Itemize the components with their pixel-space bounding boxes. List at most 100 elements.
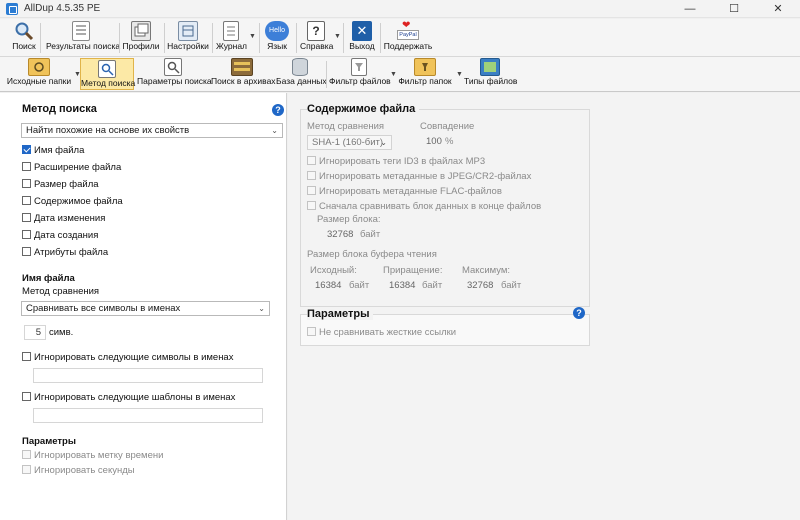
search-params-button[interactable]: Параметры поиска	[137, 58, 212, 86]
checkbox[interactable]	[22, 352, 31, 361]
block-size-label: Размер блока:	[317, 214, 381, 225]
database-button[interactable]: База данных	[276, 58, 327, 86]
max-input[interactable]: 32768	[462, 278, 496, 293]
settings-button[interactable]: Настройки	[167, 21, 209, 51]
toolbar-separator	[296, 23, 297, 53]
exit-button[interactable]: ✕ Выход	[347, 21, 377, 51]
folder-filter-button[interactable]: Фильтр папок	[396, 58, 454, 86]
archive-icon	[231, 58, 253, 76]
sub-toolbar: Исходные папки ▼ Метод поиска Параметры …	[0, 57, 800, 92]
ignore-patterns-input[interactable]	[33, 408, 263, 423]
settings-icon	[178, 21, 198, 41]
exit-label: Выход	[349, 41, 375, 51]
checkbox[interactable]	[307, 171, 316, 180]
checkbox[interactable]	[22, 392, 31, 401]
params-section-heading: Параметры	[22, 436, 76, 447]
chars-count-input[interactable]: 5	[24, 325, 46, 340]
database-label: База данных	[276, 76, 327, 86]
buffer-size-label: Размер блока буфера чтения	[307, 249, 437, 260]
checkbox[interactable]	[22, 179, 31, 188]
checkbox[interactable]	[22, 465, 31, 474]
ignore-chars-input[interactable]	[33, 368, 263, 383]
option-created-date[interactable]: Дата создания	[22, 230, 98, 241]
option-label: Дата создания	[34, 230, 99, 241]
initial-input[interactable]: 16384	[310, 278, 344, 293]
window-title: AllDup 4.5.35 PE	[24, 3, 101, 14]
minimize-icon[interactable]: —	[668, 0, 712, 18]
file-filter-button[interactable]: Фильтр файлов	[329, 58, 391, 86]
params-group-heading: Параметры	[307, 308, 374, 320]
archive-search-button[interactable]: Поиск в архивах	[211, 58, 276, 86]
block-size-input[interactable]: 32768	[322, 227, 354, 242]
compare-select[interactable]: Сравнивать все символы в именах ⌄	[21, 301, 270, 316]
option-modified-date[interactable]: Дата изменения	[22, 213, 105, 224]
chevron-down-icon: ⌄	[258, 304, 265, 313]
search-method-icon	[98, 60, 116, 78]
method-select[interactable]: Найти похожие на основе их свойств ⌄	[21, 123, 283, 138]
option-label: Игнорировать теги ID3 в файлах MP3	[319, 156, 486, 167]
compare-end-block-option[interactable]: Сначала сравнивать блок данных в конце ф…	[307, 201, 541, 212]
option-size[interactable]: Размер файла	[22, 179, 99, 190]
ignore-timestamp-option[interactable]: Игнорировать метку времени	[22, 450, 163, 461]
checkbox[interactable]	[22, 162, 31, 171]
ignore-flac-option[interactable]: Игнорировать метаданные FLAC-файлов	[307, 186, 502, 197]
search-button[interactable]: Поиск	[10, 21, 38, 51]
checkbox[interactable]	[307, 327, 316, 336]
search-button-label: Поиск	[12, 41, 36, 51]
search-results-label: Результаты поиска	[46, 41, 121, 51]
help-button[interactable]: ? Справка	[300, 21, 333, 51]
max-unit: байт	[501, 280, 522, 291]
checkbox[interactable]	[307, 201, 316, 210]
exit-icon: ✕	[352, 21, 372, 41]
match-input[interactable]: 100	[421, 134, 443, 149]
profiles-button[interactable]: Профили	[122, 21, 160, 51]
database-icon	[292, 58, 308, 76]
ignore-seconds-option[interactable]: Игнорировать секунды	[22, 465, 135, 476]
close-icon[interactable]: ✕	[756, 0, 800, 18]
ignore-jpeg-option[interactable]: Игнорировать метаданные в JPEG/CR2-файла…	[307, 171, 531, 182]
checkbox-checked[interactable]	[22, 145, 31, 154]
search-results-button[interactable]: Результаты поиска	[46, 21, 120, 51]
help-circle-icon[interactable]: ?	[573, 307, 585, 319]
log-dropdown-icon[interactable]: ▼	[249, 33, 256, 40]
hash-select[interactable]: SHA-1 (160-бит) ⌄	[307, 135, 392, 150]
content-group-heading: Содержимое файла	[307, 103, 420, 115]
profiles-icon	[131, 21, 151, 41]
search-method-button[interactable]: Метод поиска	[80, 58, 135, 90]
maximize-icon[interactable]: ☐	[712, 0, 756, 18]
help-dropdown-icon[interactable]: ▼	[334, 33, 341, 40]
initial-unit: байт	[349, 280, 370, 291]
option-content[interactable]: Содержимое файла	[22, 196, 123, 207]
log-button[interactable]: Журнал	[216, 21, 247, 51]
toolbar-separator	[343, 23, 344, 53]
checkbox[interactable]	[22, 213, 31, 222]
option-label: Дата изменения	[34, 213, 106, 224]
checkbox[interactable]	[22, 196, 31, 205]
max-label: Максимум:	[462, 265, 511, 276]
ignore-id3-option[interactable]: Игнорировать теги ID3 в файлах MP3	[307, 156, 485, 167]
checkbox[interactable]	[307, 186, 316, 195]
checkbox[interactable]	[22, 247, 31, 256]
option-label: Не сравнивать жесткие ссылки	[319, 327, 457, 338]
folder-filter-label: Фильтр папок	[398, 76, 452, 86]
option-extension[interactable]: Расширение файла	[22, 162, 121, 173]
app-window: AllDup 4.5.35 PE — ☐ ✕ Поиск Результаты …	[0, 0, 800, 520]
option-attributes[interactable]: Атрибуты файла	[22, 247, 108, 258]
language-button[interactable]: Hello Язык	[263, 21, 291, 51]
source-folders-button[interactable]: Исходные папки	[4, 58, 74, 86]
option-filename[interactable]: Имя файла	[22, 145, 84, 156]
folder-filter-dropdown-icon[interactable]: ▼	[456, 71, 463, 78]
ignore-patterns-option[interactable]: Игнорировать следующие шаблоны в именах	[22, 392, 235, 403]
checkbox[interactable]	[22, 230, 31, 239]
file-filter-label: Фильтр файлов	[329, 76, 391, 86]
file-types-button[interactable]: Типы файлов	[464, 58, 517, 86]
donate-button[interactable]: ❤ PayPal Поддержать	[383, 20, 433, 51]
increment-input[interactable]: 16384	[384, 278, 418, 293]
checkbox[interactable]	[22, 450, 31, 459]
checkbox[interactable]	[307, 156, 316, 165]
hardlinks-option[interactable]: Не сравнивать жесткие ссылки	[307, 327, 456, 338]
ignore-chars-option[interactable]: Игнорировать следующие символы в именах	[22, 352, 233, 363]
source-folders-icon	[28, 58, 50, 76]
help-circle-icon[interactable]: ?	[272, 104, 284, 116]
toolbar-separator	[40, 23, 41, 53]
